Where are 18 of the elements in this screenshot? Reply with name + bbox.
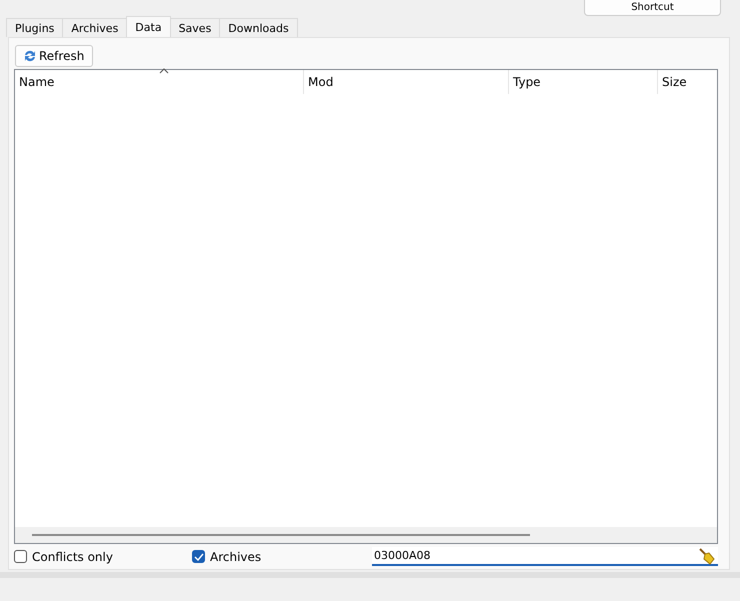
checkbox[interactable] xyxy=(192,550,205,564)
refresh-icon xyxy=(22,48,38,64)
column-header[interactable]: Mod xyxy=(304,70,509,94)
column-header[interactable]: Name xyxy=(15,70,304,94)
tab[interactable]: Plugins xyxy=(6,18,64,37)
tab[interactable]: Downloads xyxy=(219,18,298,37)
broom-icon[interactable] xyxy=(698,547,716,566)
checkbox-option[interactable]: Archives xyxy=(192,550,372,564)
refresh-button[interactable]: Refresh xyxy=(15,45,94,67)
checkbox[interactable] xyxy=(14,550,27,564)
filter-field[interactable]: 03000A08 xyxy=(372,547,718,566)
shortcut-button[interactable]: Shortcut xyxy=(584,0,721,16)
checkbox-option[interactable]: Conflicts only xyxy=(14,550,192,564)
tab[interactable]: Data xyxy=(126,16,171,37)
column-header[interactable]: Type xyxy=(509,70,658,94)
sort-caret-icon xyxy=(159,68,169,74)
horizontal-scrollbar[interactable] xyxy=(15,527,717,544)
column-header[interactable]: Size xyxy=(658,70,717,94)
